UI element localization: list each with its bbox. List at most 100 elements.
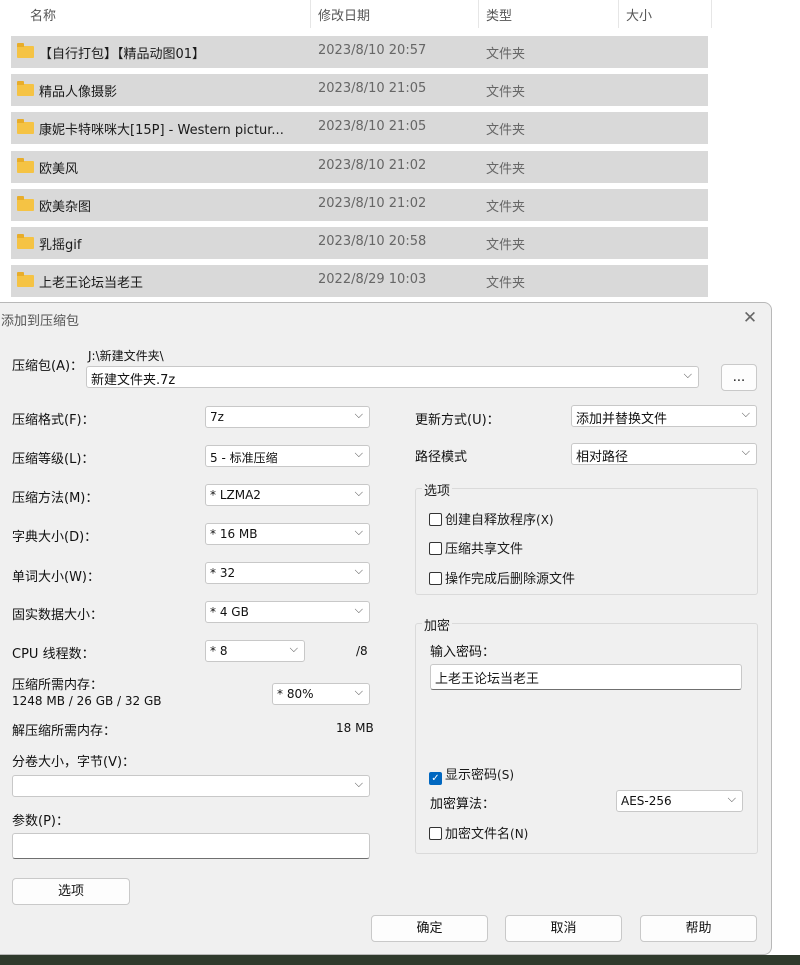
chevron-down-icon[interactable] — [355, 486, 363, 500]
chevron-down-icon[interactable] — [355, 777, 363, 791]
delete-after-checkbox[interactable]: 操作完成后删除源文件 — [429, 568, 576, 587]
update-mode-label: 更新方式(U)： — [415, 413, 500, 428]
checkbox-box[interactable] — [429, 513, 442, 526]
column-divider[interactable] — [711, 0, 712, 28]
show-password-checkbox[interactable]: ✓ 显示密码(S) — [429, 764, 514, 785]
update-mode-combo[interactable]: 添加并替换文件 — [571, 405, 757, 427]
encrypt-names-label: 加密文件名 — [445, 827, 511, 842]
checkmark-icon[interactable]: ✓ — [429, 772, 442, 785]
dict-combo[interactable]: * 16 MB — [205, 523, 370, 545]
solid-value: * 4 GB — [210, 605, 249, 619]
method-value: * LZMA2 — [210, 488, 261, 502]
options-button[interactable]: 选项 — [12, 878, 130, 905]
format-label: 压缩格式(F)： — [12, 413, 95, 428]
column-type[interactable]: 类型 — [486, 5, 512, 24]
file-type: 文件夹 — [486, 162, 526, 177]
column-divider[interactable] — [478, 0, 479, 28]
chevron-down-icon[interactable] — [355, 564, 363, 578]
encrypt-names-hotkey: (N) — [510, 827, 529, 841]
level-value: 5 - 标准压缩 — [210, 451, 278, 465]
file-date: 2023/8/10 21:05 — [318, 119, 427, 134]
password-input[interactable]: 上老王论坛当老王 — [430, 664, 742, 690]
level-combo[interactable]: 5 - 标准压缩 — [205, 445, 370, 467]
file-type: 文件夹 — [486, 85, 526, 100]
chevron-down-icon[interactable] — [290, 642, 298, 656]
chevron-down-icon[interactable] — [355, 408, 363, 422]
params-label: 参数(P)： — [12, 814, 69, 829]
chevron-down-icon[interactable] — [728, 792, 736, 806]
file-row[interactable]: 【自行打包】【精品动图01】 2023/8/10 20:57 文件夹 — [11, 36, 708, 68]
shared-files-checkbox[interactable]: 压缩共享文件 — [429, 538, 523, 557]
file-row[interactable]: 精品人像摄影 2023/8/10 21:05 文件夹 — [11, 74, 708, 106]
browse-button[interactable]: ... — [721, 364, 757, 391]
file-type: 文件夹 — [486, 276, 526, 291]
delete-after-label: 操作完成后删除源文件 — [445, 572, 576, 587]
sort-caret-icon: ^ — [160, 0, 170, 7]
volume-combo[interactable] — [12, 775, 370, 797]
folder-icon — [17, 81, 34, 96]
file-type: 文件夹 — [486, 47, 526, 62]
close-icon[interactable]: ✕ — [739, 307, 761, 329]
sfx-checkbox[interactable]: 创建自释放程序(X) — [429, 509, 554, 528]
file-name: 上老王论坛当老王 — [39, 276, 144, 291]
cancel-button[interactable]: 取消 — [505, 915, 622, 942]
encryption-method-combo[interactable]: AES-256 — [616, 790, 743, 812]
file-type: 文件夹 — [486, 200, 526, 215]
archive-name-combo[interactable]: 新建文件夹.7z — [86, 366, 699, 388]
file-row[interactable]: 康妮卡特咪咪大[15P] - Western pictur... 2023/8/… — [11, 112, 708, 144]
cpu-max: /8 — [356, 644, 368, 658]
level-label: 压缩等级(L)： — [12, 452, 95, 467]
file-row[interactable]: 上老王论坛当老王 2022/8/29 10:03 文件夹 — [11, 265, 708, 297]
show-password-label: 显示密码 — [445, 768, 498, 783]
file-name: 康妮卡特咪咪大[15P] - Western pictur... — [39, 123, 284, 138]
chevron-down-icon[interactable] — [684, 368, 692, 382]
cpu-combo[interactable]: * 8 — [205, 640, 305, 662]
params-input[interactable] — [12, 833, 370, 859]
column-divider[interactable] — [618, 0, 619, 28]
chevron-down-icon[interactable] — [355, 603, 363, 617]
chevron-down-icon[interactable] — [355, 447, 363, 461]
chevron-down-icon[interactable] — [355, 525, 363, 539]
format-combo[interactable]: 7z — [205, 406, 370, 428]
desktop-background-strip — [0, 955, 800, 965]
file-row[interactable]: 欧美风 2023/8/10 21:02 文件夹 — [11, 151, 708, 183]
column-divider[interactable] — [310, 0, 311, 28]
chevron-down-icon[interactable] — [355, 685, 363, 699]
checkbox-box[interactable] — [429, 827, 442, 840]
method-combo[interactable]: * LZMA2 — [205, 484, 370, 506]
solid-combo[interactable]: * 4 GB — [205, 601, 370, 623]
folder-icon — [17, 196, 34, 211]
chevron-down-icon[interactable] — [742, 407, 750, 421]
path-mode-combo[interactable]: 相对路径 — [571, 443, 757, 465]
chevron-down-icon[interactable] — [742, 445, 750, 459]
dialog-titlebar[interactable]: 添加到压缩包 ✕ — [0, 303, 771, 335]
memory-combo[interactable]: * 80% — [272, 683, 370, 705]
checkbox-box[interactable] — [429, 572, 442, 585]
column-name[interactable]: 名称 — [30, 5, 56, 24]
file-date: 2023/8/10 21:02 — [318, 158, 427, 173]
column-size[interactable]: 大小 — [626, 5, 652, 24]
ok-button[interactable]: 确定 — [371, 915, 488, 942]
encrypt-names-checkbox[interactable]: 加密文件名(N) — [429, 823, 529, 842]
add-to-archive-dialog: 添加到压缩包 ✕ 压缩包(A)： J:\新建文件夹\ 新建文件夹.7z ... … — [0, 302, 772, 955]
memory-label: 压缩所需内存： — [12, 678, 104, 693]
encryption-method-label: 加密算法： — [430, 797, 496, 812]
file-row[interactable]: 欧美杂图 2023/8/10 21:02 文件夹 — [11, 189, 708, 221]
column-modified[interactable]: 修改日期 — [318, 5, 370, 24]
checkbox-box[interactable] — [429, 542, 442, 555]
file-date: 2023/8/10 20:58 — [318, 234, 427, 249]
encryption-group-title: 加密 — [422, 615, 453, 634]
cpu-value: * 8 — [210, 644, 228, 658]
sfx-hotkey: (X) — [536, 513, 554, 527]
file-row[interactable]: 乳摇gif 2023/8/10 20:58 文件夹 — [11, 227, 708, 259]
folder-icon — [17, 158, 34, 173]
help-button[interactable]: 帮助 — [640, 915, 757, 942]
file-name: 乳摇gif — [39, 238, 82, 253]
word-value: * 32 — [210, 566, 236, 580]
file-name: 欧美杂图 — [39, 200, 92, 215]
folder-icon — [17, 119, 34, 134]
path-mode-label: 路径模式 — [415, 450, 468, 465]
word-combo[interactable]: * 32 — [205, 562, 370, 584]
file-type: 文件夹 — [486, 238, 526, 253]
word-label: 单词大小(W)： — [12, 570, 100, 585]
